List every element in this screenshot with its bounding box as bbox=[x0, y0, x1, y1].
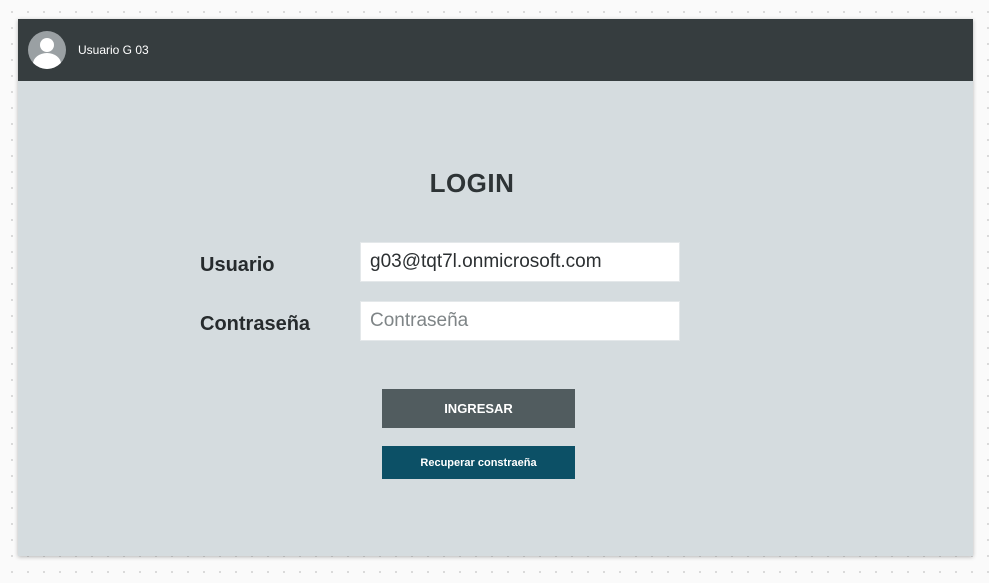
login-button[interactable]: INGRESAR bbox=[382, 389, 575, 428]
recover-password-button[interactable]: Recuperar constraeña bbox=[382, 446, 575, 479]
password-input[interactable] bbox=[360, 301, 680, 341]
username-label: Usuario bbox=[200, 254, 275, 276]
header-bar: Usuario G 03 bbox=[18, 19, 973, 81]
user-avatar-icon[interactable] bbox=[28, 31, 66, 69]
user-name: Usuario G 03 bbox=[78, 43, 149, 57]
password-label: Contraseña bbox=[200, 313, 311, 335]
app-window: Usuario G 03 LOGIN Usuario Contraseña IN… bbox=[18, 19, 973, 556]
login-title: LOGIN bbox=[429, 168, 515, 198]
avatar-shoulders bbox=[33, 53, 61, 69]
avatar-head bbox=[40, 38, 54, 52]
username-input[interactable] bbox=[360, 242, 680, 282]
